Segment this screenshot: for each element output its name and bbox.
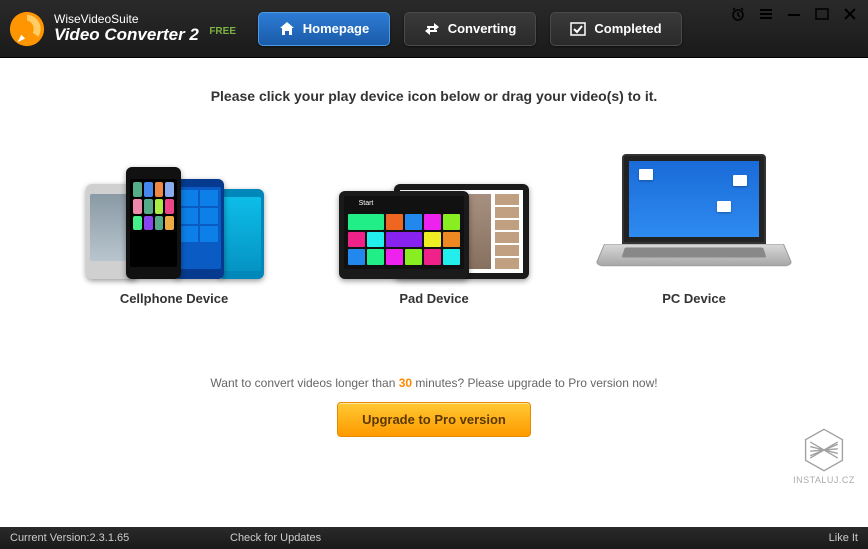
device-grid: Cellphone Device Start Pad Device — [0, 149, 868, 306]
home-icon — [279, 21, 295, 37]
logo-area: WiseVideoSuite Video Converter 2 FREE — [8, 10, 258, 48]
free-badge: FREE — [209, 26, 236, 37]
tab-converting[interactable]: Converting — [404, 12, 536, 46]
cellphone-illustration — [79, 149, 269, 279]
device-label: PC Device — [662, 291, 726, 306]
product-name: Video Converter 2 — [54, 25, 199, 44]
device-pad[interactable]: Start Pad Device — [339, 149, 529, 306]
device-label: Pad Device — [399, 291, 468, 306]
tab-completed[interactable]: Completed — [550, 12, 682, 46]
status-bar: Current Version:2.3.1.65 Check for Updat… — [0, 527, 868, 549]
watermark: INSTALUJ.CZ — [788, 427, 860, 499]
minimize-icon[interactable] — [786, 6, 802, 22]
app-logo-icon — [8, 10, 46, 48]
tab-label: Converting — [448, 21, 517, 36]
alarm-icon[interactable] — [730, 6, 746, 22]
upgrade-button[interactable]: Upgrade to Pro version — [337, 402, 531, 437]
upgrade-area: Want to convert videos longer than 30 mi… — [0, 376, 868, 437]
completed-icon — [570, 21, 586, 37]
title-bar: WiseVideoSuite Video Converter 2 FREE Ho… — [0, 0, 868, 58]
tab-label: Completed — [594, 21, 661, 36]
device-label: Cellphone Device — [120, 291, 228, 306]
instruction-text: Please click your play device icon below… — [0, 88, 868, 104]
tab-label: Homepage — [303, 21, 369, 36]
pad-illustration: Start — [339, 149, 529, 279]
pc-illustration — [599, 149, 789, 279]
like-it-link[interactable]: Like It — [829, 532, 858, 544]
check-updates-link[interactable]: Check for Updates — [230, 532, 321, 544]
version-info: Current Version:2.3.1.65 — [10, 532, 230, 544]
window-controls — [730, 6, 858, 22]
device-pc[interactable]: PC Device — [599, 149, 789, 306]
main-tabs: Homepage Converting Completed — [258, 12, 682, 46]
menu-icon[interactable] — [758, 6, 774, 22]
maximize-icon[interactable] — [814, 6, 830, 22]
main-content: Please click your play device icon below… — [0, 58, 868, 527]
close-icon[interactable] — [842, 6, 858, 22]
device-cellphone[interactable]: Cellphone Device — [79, 149, 269, 306]
tab-homepage[interactable]: Homepage — [258, 12, 390, 46]
upgrade-text: Want to convert videos longer than 30 mi… — [0, 376, 868, 390]
converting-icon — [424, 21, 440, 37]
